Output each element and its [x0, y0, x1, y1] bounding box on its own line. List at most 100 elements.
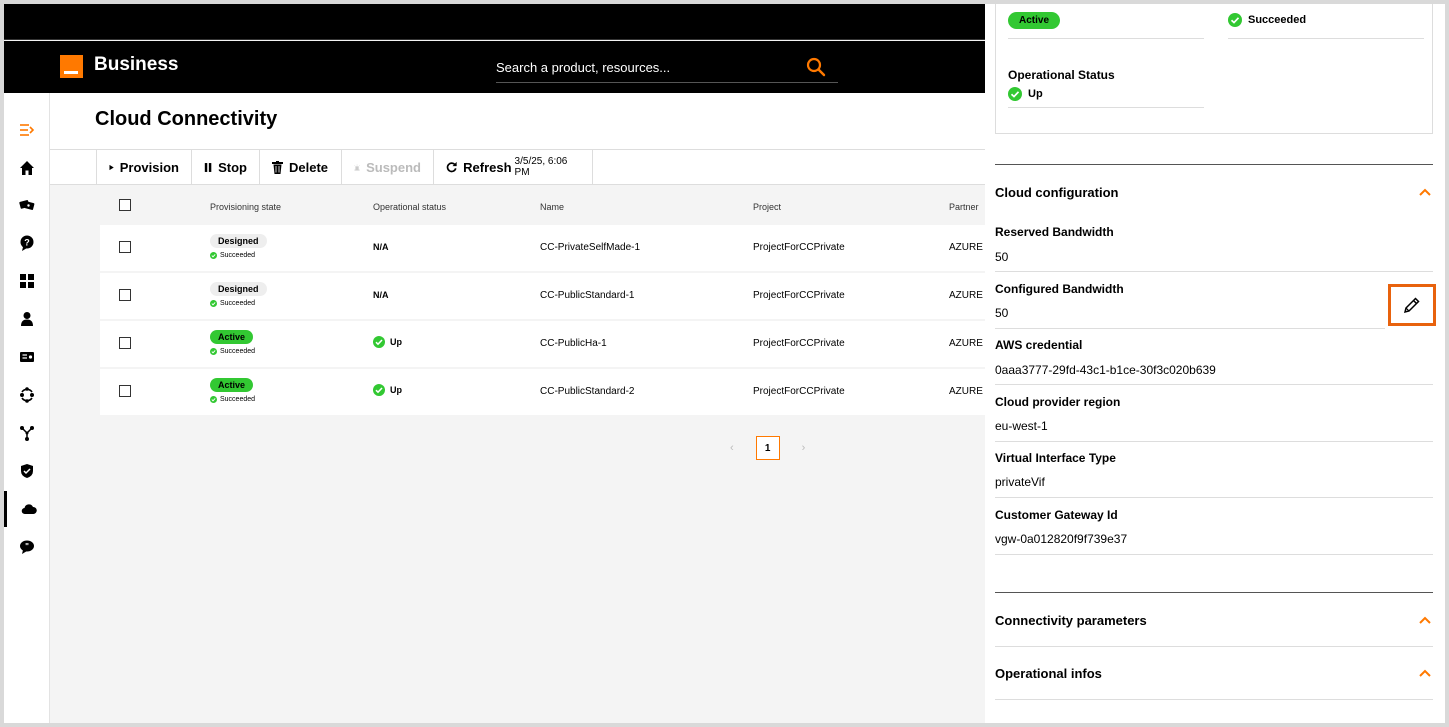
provision-label: Provision	[119, 159, 179, 175]
delete-button[interactable]: Delete	[260, 150, 342, 184]
status-badge: Designed	[210, 282, 267, 296]
delete-label: Delete	[289, 159, 329, 175]
op-status-text: Up	[390, 385, 402, 395]
operational-status-value: Up	[1008, 87, 1043, 101]
substate: Succeeded	[210, 252, 255, 259]
field-label: AWS credential	[995, 338, 1083, 352]
svg-text:?: ?	[24, 238, 30, 248]
field-label: Configured Bandwidth	[995, 282, 1124, 296]
field-value: privateVif	[995, 475, 1045, 489]
table-header: Provisioning state Operational status Na…	[100, 185, 985, 221]
chevron-up-icon[interactable]	[1419, 669, 1431, 677]
cloud-configuration-title[interactable]: Cloud configuration	[995, 185, 1118, 200]
play-icon	[109, 164, 114, 170]
security-icon[interactable]	[4, 453, 50, 489]
network-icon[interactable]	[4, 377, 50, 413]
col-provisioning-state[interactable]: Provisioning state	[210, 202, 281, 212]
section-divider	[995, 164, 1433, 165]
row-checkbox[interactable]	[119, 385, 131, 397]
col-operational-status[interactable]: Operational status	[373, 202, 446, 212]
help-icon[interactable]: ?	[4, 225, 50, 261]
substate: Succeeded	[210, 396, 255, 403]
next-page-icon[interactable]: ›	[802, 442, 806, 454]
substate: Succeeded	[210, 348, 255, 355]
op-status-text: N/A	[373, 242, 389, 252]
substate-text: Succeeded	[220, 348, 256, 355]
page-1-button[interactable]: 1	[755, 436, 780, 460]
connectivity-parameters-title[interactable]: Connectivity parameters	[995, 613, 1147, 628]
substate: Succeeded	[210, 300, 255, 307]
operational-status: Up	[373, 384, 402, 396]
tickets-icon[interactable]	[4, 187, 50, 223]
field-label: Cloud provider region	[995, 395, 1121, 409]
stop-button[interactable]: Stop	[192, 150, 260, 184]
pencil-icon	[1403, 297, 1420, 314]
row-partner: AZURE	[949, 242, 983, 253]
dashboard-icon[interactable]	[4, 263, 50, 299]
row-name: CC-PrivateSelfMade-1	[540, 242, 641, 253]
table-row[interactable]: Designed Succeeded N/A CC-PrivateSelfMad…	[100, 225, 985, 271]
status-badge: Active	[210, 330, 254, 344]
active-badge: Active	[1008, 12, 1061, 29]
divider	[995, 441, 1433, 442]
row-checkbox[interactable]	[119, 241, 131, 253]
table-row[interactable]: Active Succeeded Up CC-PublicHa-1 Projec…	[100, 321, 985, 367]
operational-status: Up	[373, 336, 402, 348]
user-icon[interactable]	[4, 301, 50, 337]
chat-icon[interactable]: "	[4, 529, 50, 565]
orange-logo[interactable]	[60, 55, 83, 78]
edit-bandwidth-button[interactable]	[1388, 284, 1436, 326]
action-toolbar: Provision Stop Delete Suspend Refresh 3/…	[50, 149, 985, 185]
chevron-up-icon[interactable]	[1419, 616, 1431, 624]
select-all-checkbox[interactable]	[119, 199, 131, 211]
refresh-button[interactable]: Refresh 3/5/25, 6:06 PM	[434, 150, 593, 184]
search-input[interactable]	[496, 53, 796, 81]
table-row[interactable]: Designed Succeeded N/A CC-PublicStandard…	[100, 273, 985, 319]
col-name[interactable]: Name	[540, 202, 564, 212]
op-status-text: N/A	[373, 290, 389, 300]
stop-label: Stop	[218, 159, 247, 175]
operational-infos-title[interactable]: Operational infos	[995, 666, 1102, 681]
divider	[995, 699, 1433, 700]
search-icon[interactable]	[806, 57, 826, 77]
menu-collapse-icon[interactable]	[4, 112, 50, 148]
topology-icon[interactable]	[4, 415, 50, 451]
substate-text: Succeeded	[220, 396, 256, 403]
chevron-up-icon[interactable]	[1419, 188, 1431, 196]
prev-page-icon[interactable]: ‹	[730, 442, 734, 454]
cloud-icon[interactable]	[4, 491, 50, 527]
col-project[interactable]: Project	[753, 202, 781, 212]
row-partner: AZURE	[949, 338, 983, 349]
status-card: Active Succeeded Operational Status Up	[995, 4, 1433, 134]
table-row[interactable]: Active Succeeded Up CC-PublicStandard-2 …	[100, 369, 985, 415]
row-name: CC-PublicHa-1	[540, 338, 607, 349]
home-icon[interactable]	[4, 150, 50, 186]
substate-text: Succeeded	[220, 252, 256, 259]
row-name: CC-PublicStandard-1	[540, 290, 635, 301]
contract-icon[interactable]	[4, 339, 50, 375]
field-label: Virtual Interface Type	[995, 451, 1116, 465]
status-badge: Designed	[210, 234, 267, 248]
field-value: 0aaa3777-29fd-43c1-b1ce-30f3c020b639	[995, 363, 1216, 377]
divider	[1008, 38, 1204, 39]
refresh-timestamp: 3/5/25, 6:06 PM	[514, 156, 568, 178]
pause-icon	[204, 162, 212, 172]
field-value: eu-west-1	[995, 419, 1048, 433]
field-label: Customer Gateway Id	[995, 508, 1118, 522]
succeeded-status: Succeeded	[1228, 13, 1306, 27]
suspend-icon	[354, 163, 360, 171]
provision-button[interactable]: Provision	[96, 150, 192, 184]
divider	[995, 271, 1433, 272]
pagination: ‹ 1 ›	[730, 436, 805, 460]
svg-text:": "	[25, 542, 29, 551]
check-circle-icon	[1008, 87, 1022, 101]
col-partner[interactable]: Partner	[949, 202, 979, 212]
trash-icon	[272, 160, 283, 174]
divider	[995, 384, 1433, 385]
check-circle-icon	[373, 384, 385, 396]
row-checkbox[interactable]	[119, 337, 131, 349]
row-checkbox[interactable]	[119, 289, 131, 301]
field-label: Reserved Bandwidth	[995, 225, 1114, 239]
suspend-button[interactable]: Suspend	[342, 150, 434, 184]
search-box	[496, 53, 838, 83]
